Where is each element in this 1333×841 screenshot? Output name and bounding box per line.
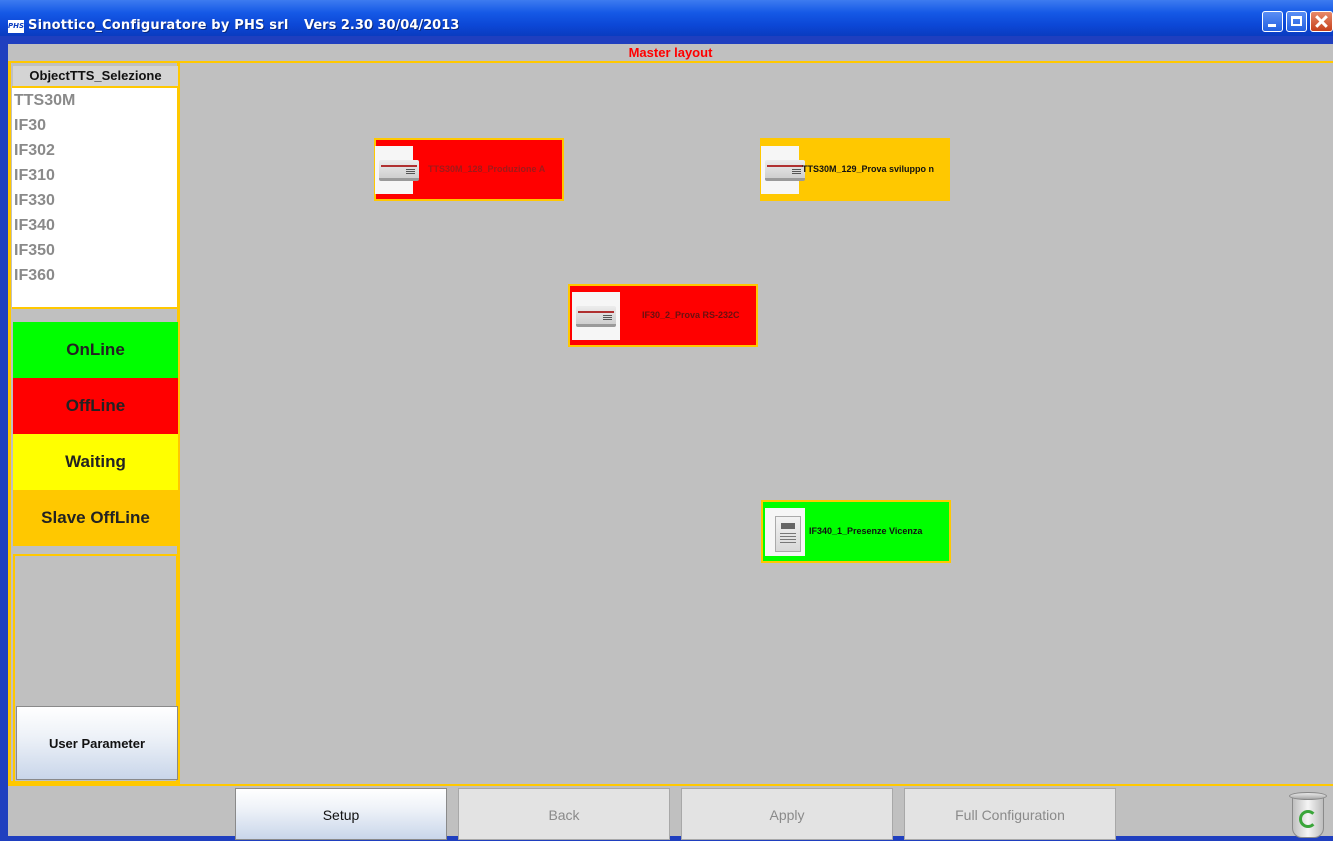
- title-bar[interactable]: PHS Sinottico_Configuratore by PHS srl V…: [0, 0, 1333, 36]
- device-thumbnail: [572, 292, 620, 340]
- list-item-if302[interactable]: IF302: [12, 138, 177, 163]
- list-item-if310[interactable]: IF310: [12, 163, 177, 188]
- list-item-if360[interactable]: IF360: [12, 263, 177, 288]
- list-item-if350[interactable]: IF350: [12, 238, 177, 263]
- legend-waiting: Waiting: [13, 434, 178, 490]
- legend-slave-offline: Slave OffLine: [13, 490, 178, 546]
- list-item-if330[interactable]: IF330: [12, 188, 177, 213]
- window-title: Sinottico_Configuratore by PHS srl: [28, 18, 289, 33]
- layout-canvas[interactable]: TTS30M_128_Produzione A TTS30M_129_Prova…: [180, 63, 1333, 784]
- device-label: IF30_2_Prova RS-232C: [642, 310, 740, 320]
- setup-button[interactable]: Setup: [235, 788, 447, 840]
- layout-title: Master layout: [8, 44, 1333, 63]
- selection-header: ObjectTTS_Selezione: [13, 66, 178, 86]
- list-item-if30[interactable]: IF30: [12, 113, 177, 138]
- app-logo-icon: PHS: [8, 20, 24, 33]
- device-thumbnail: [375, 146, 419, 194]
- device-tts30m-129[interactable]: TTS30M_129_Prova sviluppo n: [760, 138, 950, 201]
- minimize-icon[interactable]: [1262, 11, 1283, 32]
- back-button[interactable]: Back: [458, 788, 670, 840]
- device-if30-2[interactable]: IF30_2_Prova RS-232C: [568, 284, 758, 347]
- list-item-if340[interactable]: IF340: [12, 213, 177, 238]
- recycle-bin-icon[interactable]: [1289, 790, 1327, 838]
- legend-offline: OffLine: [13, 378, 178, 434]
- maximize-icon[interactable]: [1286, 11, 1307, 32]
- device-label: TTS30M_128_Produzione A: [428, 164, 546, 174]
- device-label: IF340_1_Presenze Vicenza: [809, 526, 923, 536]
- version-label: Vers 2.30 30/04/2013: [304, 18, 460, 33]
- device-thumbnail: [765, 508, 805, 556]
- bottom-toolbar: Setup Back Apply Full Configuration: [8, 784, 1333, 840]
- apply-button[interactable]: Apply: [681, 788, 893, 840]
- close-icon[interactable]: [1310, 11, 1333, 32]
- user-parameter-button[interactable]: User Parameter: [16, 706, 178, 780]
- legend-online: OnLine: [13, 322, 178, 378]
- list-item-tts30m[interactable]: TTS30M: [12, 88, 177, 113]
- main-window: Master layout ObjectTTS_Selezione TTS30M…: [8, 44, 1333, 840]
- device-tts30m-128[interactable]: TTS30M_128_Produzione A: [374, 138, 564, 201]
- full-configuration-button[interactable]: Full Configuration: [904, 788, 1116, 840]
- left-panel: ObjectTTS_Selezione TTS30M IF30 IF302 IF…: [8, 63, 180, 784]
- device-thumbnail: [761, 146, 805, 194]
- device-if340-1[interactable]: IF340_1_Presenze Vicenza: [761, 500, 951, 563]
- device-label: TTS30M_129_Prova sviluppo n: [802, 164, 935, 174]
- object-selection-list[interactable]: TTS30M IF30 IF302 IF310 IF330 IF340 IF35…: [12, 86, 179, 309]
